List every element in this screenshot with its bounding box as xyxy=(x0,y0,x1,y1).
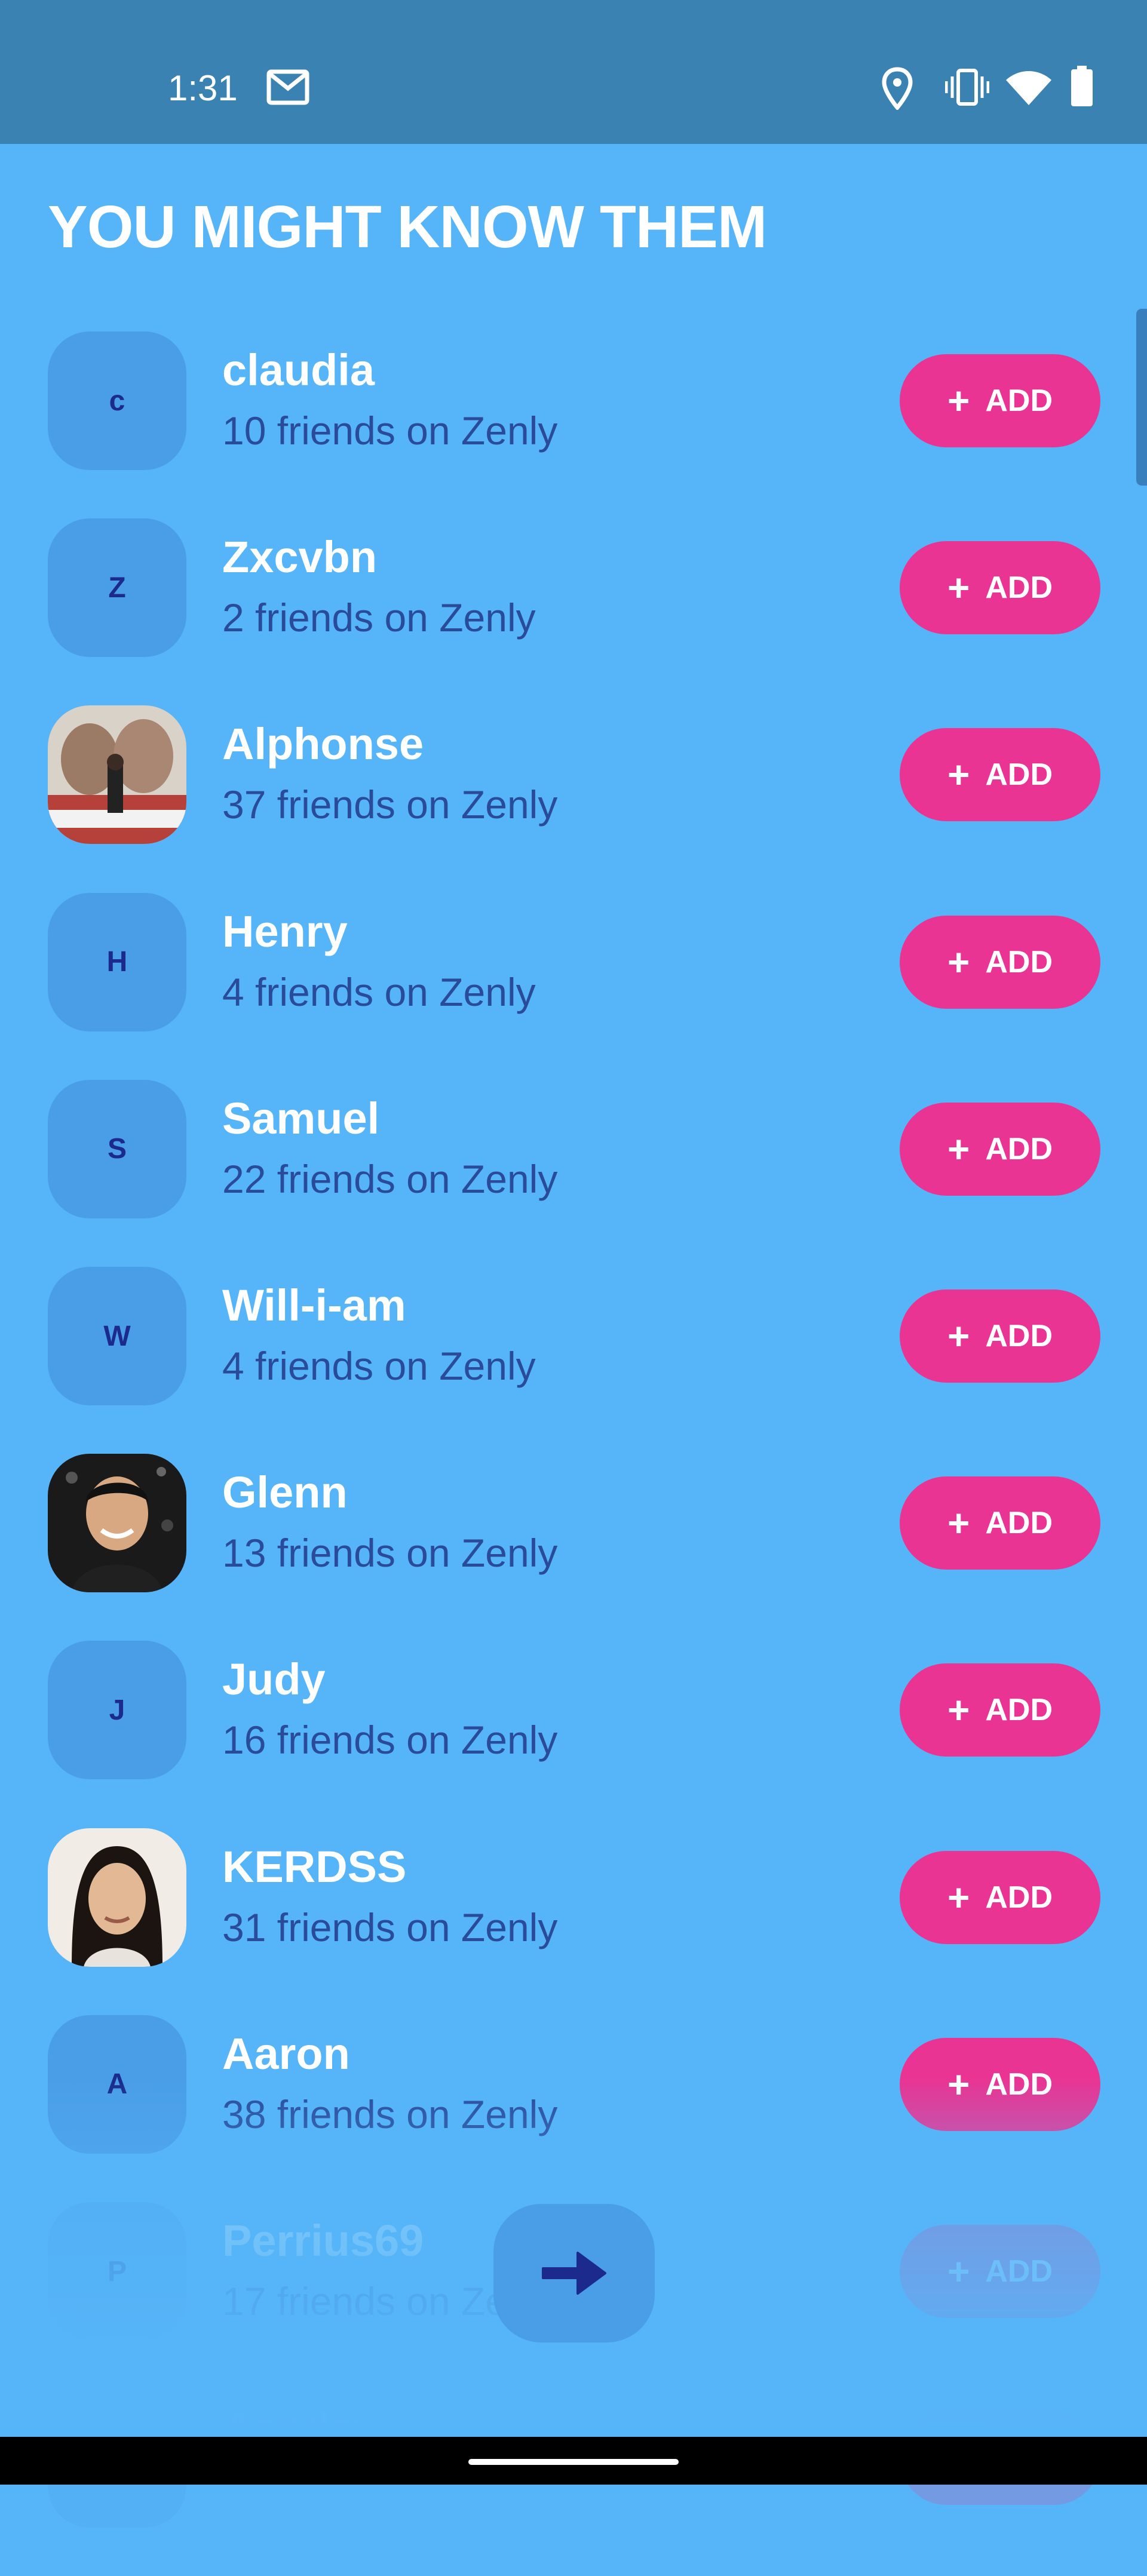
friends-count: 31 friends on Zenly xyxy=(222,1905,558,1949)
add-button-label: ADD xyxy=(985,1693,1053,1728)
avatar[interactable]: J xyxy=(48,1641,186,1780)
avatar[interactable]: c xyxy=(48,331,186,470)
plus-icon: + xyxy=(947,1127,970,1171)
plus-icon: + xyxy=(947,1502,970,1545)
avatar[interactable]: H xyxy=(48,892,186,1031)
list-item[interactable]: Z Zxcvbn 2 friends on Zenly + ADD xyxy=(0,518,1147,705)
add-friend-button[interactable]: + ADD xyxy=(900,1476,1100,1570)
arrow-right-icon xyxy=(542,2252,606,2295)
add-button-label: ADD xyxy=(985,944,1053,980)
avatar[interactable] xyxy=(48,1828,186,1967)
add-friend-button[interactable]: + ADD xyxy=(900,915,1100,1009)
list-item[interactable]: Alphonse 37 friends on Zenly + ADD xyxy=(0,705,1147,892)
list-item[interactable]: W Will-i-am 4 friends on Zenly + ADD xyxy=(0,1267,1147,1454)
contact-name: Will-i-am xyxy=(222,1281,406,1330)
add-button-label: ADD xyxy=(985,757,1053,793)
avatar-initial: A xyxy=(106,2068,128,2101)
add-friend-button[interactable]: + ADD xyxy=(900,1289,1100,1383)
avatar-initial: W xyxy=(103,1320,131,1352)
add-button-label: ADD xyxy=(985,2067,1053,2102)
add-button-label: ADD xyxy=(985,1131,1053,1166)
avatar[interactable] xyxy=(48,705,186,845)
add-friend-button[interactable]: + ADD xyxy=(900,2225,1100,2318)
contact-name: Zxcvbn xyxy=(222,532,378,582)
avatar[interactable]: A xyxy=(48,2015,186,2154)
friends-count: 4 friends on Zenly xyxy=(222,969,536,1014)
status-time: 1:31 xyxy=(168,68,238,108)
contact-name: claudia xyxy=(222,345,375,395)
friends-count: 2 friends on Zenly xyxy=(222,595,536,640)
avatar-initial: H xyxy=(106,946,128,978)
add-friend-button[interactable]: + ADD xyxy=(900,1102,1100,1196)
plus-icon: + xyxy=(947,1688,970,1732)
battery-icon xyxy=(1071,66,1093,106)
friends-count: 22 friends on Zenly xyxy=(222,1156,558,1201)
friends-count: 10 friends on Zenly xyxy=(222,409,558,453)
add-button-label: ADD xyxy=(985,383,1053,418)
avatar[interactable]: S xyxy=(48,1079,186,1218)
add-friend-button[interactable]: + ADD xyxy=(900,1663,1100,1757)
list-item[interactable]: A Aaron 38 friends on Zenly + ADD xyxy=(0,2015,1147,2202)
status-bar: 1:31 xyxy=(0,0,1147,144)
plus-icon: + xyxy=(947,753,970,797)
friends-count: 38 friends on Zenly xyxy=(222,2092,558,2136)
list-item[interactable]: J Judy 16 friends on Zenly + ADD xyxy=(0,1641,1147,1828)
vibrate-icon xyxy=(945,69,989,106)
add-friend-button[interactable]: + ADD xyxy=(900,354,1100,447)
avatar-initial: Z xyxy=(108,572,126,604)
contact-name: Aaron xyxy=(222,2028,350,2078)
home-indicator[interactable] xyxy=(468,2459,679,2465)
add-friend-button[interactable]: + ADD xyxy=(900,541,1100,635)
location-icon xyxy=(882,67,913,110)
avatar-initial: P xyxy=(107,2255,127,2288)
list-item[interactable]: KERDSS 31 friends on Zenly + ADD xyxy=(0,1828,1147,2015)
plus-icon: + xyxy=(947,2062,970,2106)
friends-count: 13 friends on Zenly xyxy=(222,1531,558,1576)
plus-icon: + xyxy=(947,566,970,610)
avatar-photo xyxy=(48,705,186,845)
gmail-icon xyxy=(266,69,309,105)
friends-count: 4 friends on Zenly xyxy=(222,1344,536,1388)
avatar-initial: J xyxy=(109,1694,125,1726)
avatar[interactable] xyxy=(48,1454,186,1593)
plus-icon: + xyxy=(947,1875,970,1919)
add-button-label: ADD xyxy=(985,1506,1053,1541)
avatar-initial: S xyxy=(107,1133,127,1165)
list-item[interactable]: H Henry 4 friends on Zenly + ADD xyxy=(0,892,1147,1080)
add-button-label: ADD xyxy=(985,1880,1053,1915)
contact-name: Alphonse xyxy=(222,719,424,769)
add-button-label: ADD xyxy=(985,570,1053,606)
contact-name: Perrius69 xyxy=(222,2216,424,2265)
list-item[interactable]: c claudia 10 friends on Zenly + ADD xyxy=(0,331,1147,518)
avatar-initial: c xyxy=(109,385,125,417)
plus-icon: + xyxy=(947,379,970,422)
add-friend-button[interactable]: + ADD xyxy=(900,728,1100,822)
add-friend-button[interactable]: + ADD xyxy=(900,2037,1100,2131)
add-button-label: ADD xyxy=(985,2254,1053,2289)
contact-name: KERDSS xyxy=(222,1841,407,1892)
avatar[interactable]: Z xyxy=(48,518,186,658)
add-button-label: ADD xyxy=(985,1319,1053,1353)
next-button[interactable] xyxy=(493,2204,655,2342)
avatar[interactable]: W xyxy=(48,1267,186,1405)
page-title: YOU MIGHT KNOW THEM xyxy=(48,194,767,260)
contact-name: Samuel xyxy=(222,1093,380,1143)
contact-name: Henry xyxy=(222,906,348,956)
avatar-photo xyxy=(48,1828,186,1967)
plus-icon: + xyxy=(947,940,970,984)
friends-count: 16 friends on Zenly xyxy=(222,1718,558,1763)
friends-count: 37 friends on Zenly xyxy=(222,782,558,827)
avatar-photo xyxy=(48,1454,186,1593)
contact-name: Glenn xyxy=(222,1467,348,1518)
plus-icon: + xyxy=(947,1315,970,1358)
avatar[interactable]: P xyxy=(48,2202,186,2341)
contact-name: Judy xyxy=(222,1654,326,1705)
add-friend-button[interactable]: + ADD xyxy=(900,1850,1100,1944)
plus-icon: + xyxy=(947,2250,970,2293)
list-item[interactable]: S Samuel 22 friends on Zenly + ADD xyxy=(0,1079,1147,1267)
wifi-icon xyxy=(1006,71,1051,105)
list-item[interactable]: Glenn 13 friends on Zenly + ADD xyxy=(0,1454,1147,1641)
